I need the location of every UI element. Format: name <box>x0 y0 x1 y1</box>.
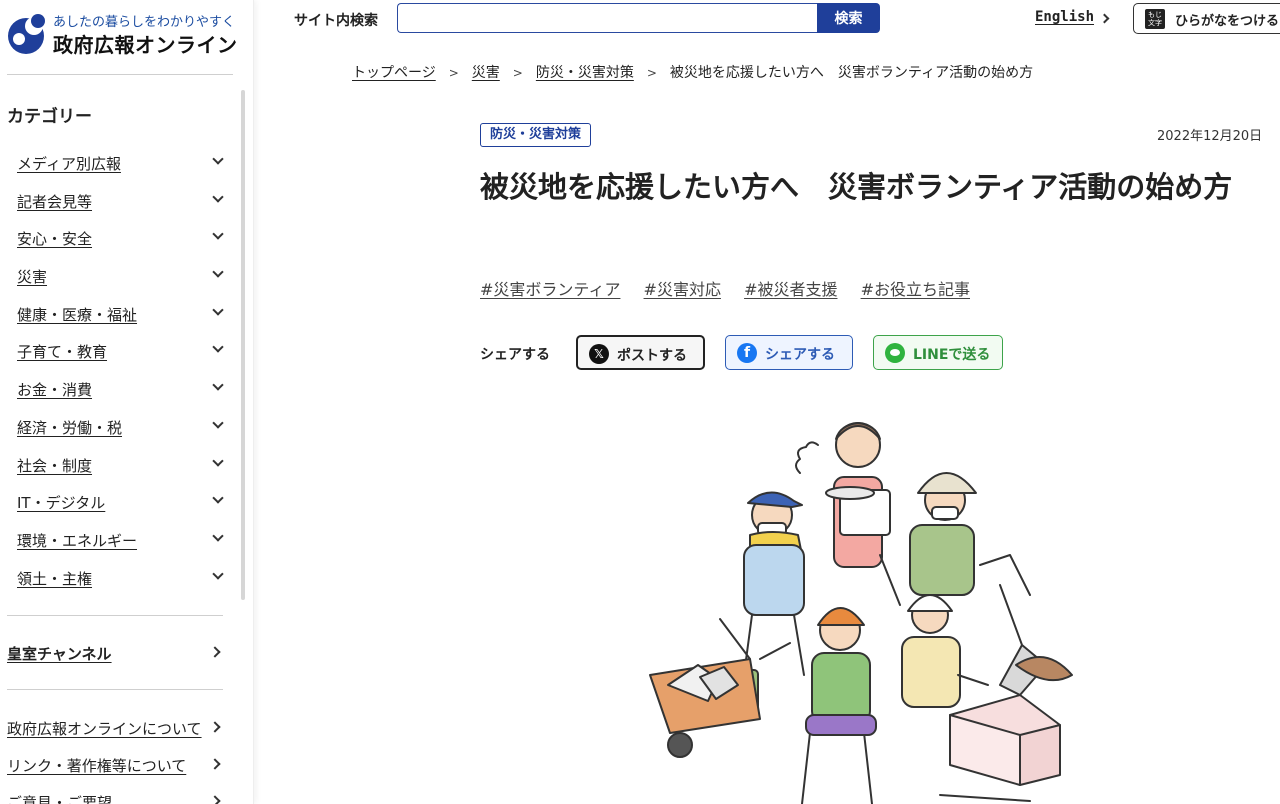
chevron-right-icon[interactable] <box>209 646 221 658</box>
breadcrumb-separator-icon: > <box>512 66 523 80</box>
chevron-right-icon[interactable] <box>1099 13 1110 24</box>
breadcrumb-current: 被災地を応援したい方へ 災害ボランティア活動の始め方 <box>669 65 1034 81</box>
search-button[interactable]: 検索 <box>817 3 880 33</box>
category-item[interactable]: 経済・労働・税 <box>17 414 227 452</box>
breadcrumb-item[interactable]: トップページ <box>352 65 436 81</box>
category-link[interactable]: 記者会見等 <box>17 191 92 212</box>
x-share-button[interactable]: 𝕏 ポストする <box>576 335 705 370</box>
category-item[interactable]: 環境・エネルギー <box>17 527 227 565</box>
category-item[interactable]: 子育て・教育 <box>17 338 227 376</box>
chevron-down-icon[interactable] <box>212 191 224 203</box>
chevron-down-icon[interactable] <box>212 304 224 316</box>
category-link[interactable]: 環境・エネルギー <box>17 530 137 551</box>
category-link[interactable]: IT・デジタル <box>17 492 105 513</box>
category-link[interactable]: 領土・主権 <box>17 568 92 589</box>
chevron-down-icon[interactable] <box>212 379 224 391</box>
category-item[interactable]: お金・消費 <box>17 376 227 414</box>
divider <box>7 689 223 690</box>
volunteers-illustration <box>649 422 1073 804</box>
x-share-label: ポストする <box>617 348 687 364</box>
tag-link[interactable]: #被災者支援 <box>744 280 837 299</box>
facebook-logo-icon: f <box>737 343 757 363</box>
furigana-icon: もじ文字 <box>1145 9 1165 29</box>
english-link[interactable]: English <box>1035 9 1094 25</box>
page-title: 被災地を応援したい方へ 災害ボランティア活動の始め方 <box>480 170 1233 204</box>
category-link[interactable]: 災害 <box>17 266 47 287</box>
breadcrumb-separator-icon: > <box>448 66 459 80</box>
category-link[interactable]: 経済・労働・税 <box>17 417 122 438</box>
line-share-label: LINEで送る <box>913 347 991 363</box>
category-link[interactable]: 子育て・教育 <box>17 341 107 362</box>
category-badge[interactable]: 防災・災害対策 <box>480 123 592 147</box>
x-logo-icon: 𝕏 <box>589 344 609 364</box>
category-item[interactable]: 健康・医療・福祉 <box>17 301 227 339</box>
facebook-share-button[interactable]: f シェアする <box>725 335 853 370</box>
chevron-right-icon[interactable] <box>209 721 221 733</box>
breadcrumb-separator-icon: > <box>646 66 657 80</box>
share-label: シェアする <box>480 347 550 363</box>
category-item[interactable]: 安心・安全 <box>17 225 227 263</box>
chevron-right-icon[interactable] <box>209 795 221 804</box>
category-item[interactable]: メディア別広報 <box>17 150 227 188</box>
copyright-link[interactable]: リンク・著作権等について <box>7 755 186 776</box>
chevron-down-icon[interactable] <box>212 266 224 278</box>
chevron-down-icon[interactable] <box>212 492 224 504</box>
logo-mark-icon <box>8 14 45 54</box>
furigana-button[interactable]: もじ文字 ひらがなをつける <box>1133 3 1280 34</box>
category-item[interactable]: 領土・主権 <box>17 565 227 603</box>
chevron-right-icon[interactable] <box>209 758 221 770</box>
tag-link[interactable]: #お役立ち記事 <box>861 280 970 299</box>
search-label: サイト内検索 <box>294 13 378 29</box>
chevron-down-icon[interactable] <box>212 454 224 467</box>
site-tagline: あしたの暮らしをわかりやすく <box>53 15 236 30</box>
tag-link[interactable]: #災害対応 <box>644 280 721 299</box>
line-logo-icon <box>885 343 905 363</box>
chevron-down-icon[interactable] <box>212 530 224 542</box>
breadcrumb-item[interactable]: 防災・災害対策 <box>536 65 634 81</box>
breadcrumb: トップページ > 災害 > 防災・災害対策 > 被災地を応援したい方へ 災害ボランティア活動… <box>352 62 1033 82</box>
category-list: メディア別広報 記者会見等 安心・安全 災害 健康・医療・福祉 子育て・教育 お… <box>17 150 227 602</box>
category-item[interactable]: IT・デジタル <box>17 489 227 527</box>
category-heading: カテゴリー <box>7 107 92 127</box>
site-name: 政府広報オンライン <box>53 33 238 57</box>
chevron-down-icon[interactable] <box>212 228 224 241</box>
category-link[interactable]: 社会・制度 <box>17 455 92 476</box>
tag-list: #災害ボランティア #災害対応 #被災者支援 #お役立ち記事 <box>480 276 988 300</box>
line-share-button[interactable]: LINEで送る <box>873 335 1003 370</box>
chevron-down-icon[interactable] <box>212 417 224 429</box>
furigana-label: ひらがなをつける <box>1175 14 1280 29</box>
chevron-down-icon[interactable] <box>212 153 224 165</box>
publish-date: 2022年12月20日 <box>1157 129 1263 144</box>
chevron-down-icon[interactable] <box>212 567 224 580</box>
sidebar: あしたの暮らしをわかりやすく 政府広報オンライン カテゴリー メディア別広報 記… <box>0 0 254 804</box>
category-item[interactable]: 記者会見等 <box>17 188 227 226</box>
divider <box>7 615 223 616</box>
breadcrumb-item[interactable]: 災害 <box>472 65 500 81</box>
category-link[interactable]: メディア別広報 <box>17 153 121 174</box>
search-input[interactable] <box>397 3 819 33</box>
about-link[interactable]: 政府広報オンラインについて <box>7 718 202 739</box>
imperial-channel-link[interactable]: 皇室チャンネル <box>7 643 112 664</box>
category-item[interactable]: 社会・制度 <box>17 452 227 490</box>
divider <box>7 74 233 75</box>
facebook-share-label: シェアする <box>765 347 835 363</box>
tag-link[interactable]: #災害ボランティア <box>480 280 620 299</box>
category-link[interactable]: 安心・安全 <box>17 228 92 249</box>
site-logo[interactable]: あしたの暮らしをわかりやすく 政府広報オンライン <box>6 10 238 58</box>
chevron-down-icon[interactable] <box>212 341 224 354</box>
category-link[interactable]: お金・消費 <box>17 379 92 400</box>
category-item[interactable]: 災害 <box>17 263 227 301</box>
sidebar-scrollbar[interactable] <box>241 90 245 600</box>
feedback-link[interactable]: ご意見・ご要望 <box>7 792 112 804</box>
category-link[interactable]: 健康・医療・福祉 <box>17 304 137 325</box>
